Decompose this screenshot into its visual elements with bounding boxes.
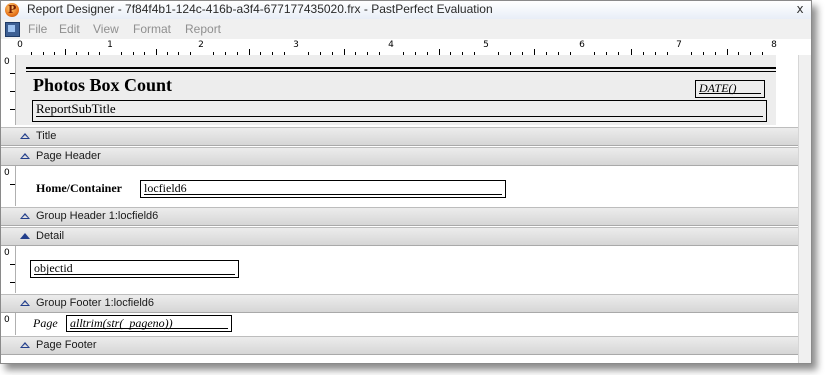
vertical-ruler-zero: 0 <box>4 315 10 325</box>
vertical-scrollbar[interactable] <box>798 55 811 363</box>
band-page-footer-label: Page Footer <box>36 339 97 351</box>
ruler-label: 2 <box>198 40 204 50</box>
band-group-footer-label: Group Footer 1:locfield6 <box>36 297 155 309</box>
report-design-canvas[interactable]: 0 Photos Box Count DATE() ReportSubTitle… <box>1 55 798 363</box>
horizontal-ruler: 0 1 2 3 4 5 6 7 8 <box>1 39 811 56</box>
band-collapse-icon[interactable] <box>20 233 30 239</box>
band-group-footer[interactable]: Group Footer 1:locfield6 <box>1 294 798 313</box>
band-group-header[interactable]: Group Header 1:locfield6 <box>1 207 798 226</box>
menu-file[interactable]: File <box>28 22 47 36</box>
pageno-field[interactable]: alltrim(str(_pageno)) <box>66 315 232 332</box>
menu-report[interactable]: Report <box>185 22 221 36</box>
ruler-label: 3 <box>293 40 299 50</box>
home-container-label[interactable]: Home/Container <box>36 181 122 196</box>
window-title: Report Designer - 7f84f4b1-124c-416b-a3f… <box>27 2 493 16</box>
band-group-header-label: Group Header 1:locfield6 <box>36 210 159 222</box>
band-page-footer[interactable]: Page Footer <box>1 336 798 355</box>
report-subtitle-text: ReportSubTitle <box>36 101 116 116</box>
menu-view[interactable]: View <box>93 22 119 36</box>
title-double-line <box>26 67 776 69</box>
ruler-label: 0 <box>17 40 23 50</box>
band-detail-label: Detail <box>36 230 65 242</box>
band-collapse-icon[interactable] <box>20 133 30 139</box>
objectid-field[interactable]: objectid <box>30 260 239 278</box>
band-page-header-label: Page Header <box>36 150 101 162</box>
pastperfect-app-icon[interactable]: P <box>5 3 19 17</box>
band-detail[interactable]: Detail <box>1 227 798 246</box>
locfield6-field[interactable]: locfield6 <box>140 180 506 198</box>
band-collapse-icon[interactable] <box>20 300 30 306</box>
vertical-ruler: 0 <box>1 55 16 125</box>
vertical-ruler: 0 <box>1 313 16 335</box>
close-icon[interactable]: x <box>793 3 807 16</box>
title-double-line-2 <box>26 71 776 72</box>
ruler-label: 7 <box>676 40 682 50</box>
report-designer-window: P Report Designer - 7f84f4b1-124c-416b-a… <box>0 0 812 364</box>
title-band-area[interactable]: Photos Box Count DATE() ReportSubTitle <box>16 55 776 125</box>
menu-edit[interactable]: Edit <box>59 22 80 36</box>
report-title[interactable]: Photos Box Count <box>33 75 172 96</box>
ruler-label: 5 <box>483 40 489 50</box>
menu-bar: File Edit View Format Report <box>1 19 811 39</box>
band-collapse-icon[interactable] <box>20 153 30 159</box>
vertical-ruler-zero: 0 <box>4 168 10 178</box>
menu-format[interactable]: Format <box>133 22 171 36</box>
report-designer-menu-icon[interactable] <box>5 22 20 37</box>
date-field[interactable]: DATE() <box>695 80 765 98</box>
band-page-header[interactable]: Page Header <box>1 147 798 166</box>
vertical-ruler: 0 <box>1 166 16 206</box>
vertical-ruler-zero: 0 <box>4 57 10 67</box>
vertical-ruler: 0 <box>1 246 16 293</box>
report-subtitle-field[interactable]: ReportSubTitle <box>32 100 767 122</box>
band-title[interactable]: Title <box>1 127 798 146</box>
ruler-label: 1 <box>107 40 113 50</box>
band-title-label: Title <box>36 130 57 142</box>
title-bar[interactable]: P Report Designer - 7f84f4b1-124c-416b-a… <box>1 1 811 19</box>
ruler-label: 4 <box>388 40 394 50</box>
ruler-label: 8 <box>771 40 777 50</box>
band-collapse-icon[interactable] <box>20 213 30 219</box>
vertical-ruler-zero: 0 <box>4 248 10 258</box>
page-label[interactable]: Page <box>33 316 58 331</box>
ruler-label: 6 <box>579 40 585 50</box>
band-collapse-icon[interactable] <box>20 342 30 348</box>
